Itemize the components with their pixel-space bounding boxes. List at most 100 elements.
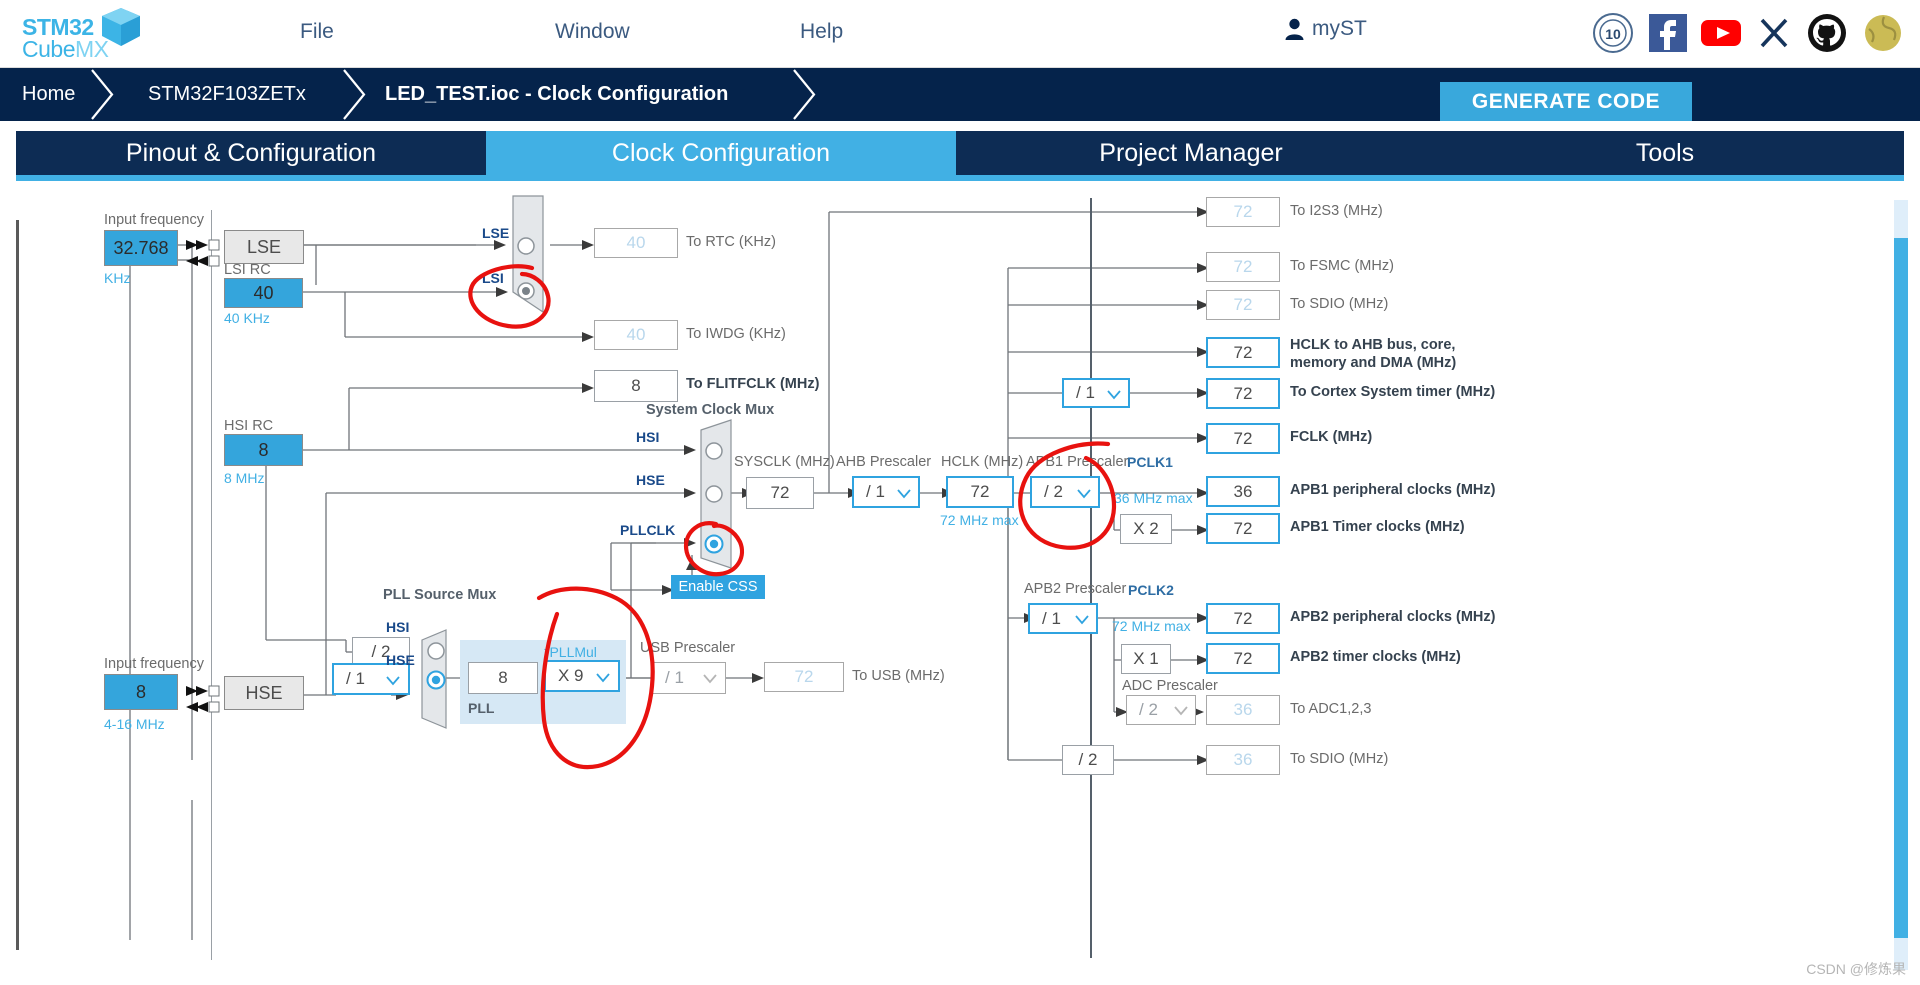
sdio2-output-label: To SDIO (MHz) xyxy=(1290,751,1389,767)
cortex-divider-select[interactable]: / 1 xyxy=(1062,378,1130,408)
facebook-icon[interactable] xyxy=(1647,12,1689,54)
rtc-mux-radio-lsi-selected[interactable] xyxy=(516,281,536,301)
hsi-rc-unit: 8 MHz xyxy=(224,470,265,486)
adc-prescaler-select[interactable]: / 2 xyxy=(1126,695,1196,725)
hse-input-unit: 4-16 MHz xyxy=(104,716,165,732)
hse-io-pins xyxy=(186,685,220,713)
menu-bar: STM32 CubeMX File Window Help myST 10 xyxy=(0,0,1920,68)
tab-clock-configuration[interactable]: Clock Configuration xyxy=(486,131,956,175)
ahb-prescaler-value: / 1 xyxy=(866,482,885,501)
sysclk-mux-radio-hse[interactable] xyxy=(704,484,724,504)
pll-group-label: PLL xyxy=(468,700,495,716)
generate-code-button[interactable]: GENERATE CODE xyxy=(1440,82,1692,122)
cortex-systimer-output-field: 72 xyxy=(1206,378,1280,409)
ten-years-badge-icon[interactable]: 10 xyxy=(1592,12,1634,54)
myst-account-button[interactable]: myST xyxy=(1285,17,1367,41)
pclk2-max-label: 72 MHz max xyxy=(1112,618,1191,634)
flitfclk-output-field: 8 xyxy=(594,370,678,402)
enable-css-button[interactable]: Enable CSS xyxy=(671,575,765,599)
pll-source-mux-radio-hse-selected[interactable] xyxy=(426,670,446,690)
lsi-rc-field[interactable]: 40 xyxy=(224,278,303,308)
adc-prescaler-value: / 2 xyxy=(1139,700,1158,719)
hclk-distribution-bar xyxy=(1090,198,1092,958)
apb2-prescaler-select[interactable]: / 1 xyxy=(1028,603,1098,634)
chevron-down-icon xyxy=(1077,489,1091,499)
sdio2-output-field: 36 xyxy=(1206,745,1280,775)
sysclk-mux-radio-pllclk-selected[interactable] xyxy=(704,534,724,554)
lse-input-caption: Input frequency xyxy=(104,212,204,228)
pll-source-mux-title: PLL Source Mux xyxy=(383,587,497,603)
left-boundary-bar xyxy=(16,220,19,950)
rtc-clock-mux[interactable] xyxy=(508,194,554,324)
vertical-scrollbar-thumb[interactable] xyxy=(1894,238,1908,938)
svg-text:10: 10 xyxy=(1605,26,1621,42)
flitfclk-output-label: To FLITFCLK (MHz) xyxy=(686,376,820,392)
youtube-icon[interactable] xyxy=(1700,12,1742,54)
fsmc-output-label: To FSMC (MHz) xyxy=(1290,258,1394,274)
system-clock-mux[interactable] xyxy=(696,418,742,578)
hse-input-frequency-field[interactable]: 8 xyxy=(104,674,178,710)
sysclk-mux-pllclk-label: PLLCLK xyxy=(620,522,676,538)
main-tabs: Pinout & Configuration Clock Configurati… xyxy=(0,121,1920,181)
ahb-prescaler-select[interactable]: / 1 xyxy=(852,476,920,508)
hclk-ahb-output-label-line2: memory and DMA (MHz) xyxy=(1290,355,1457,371)
tab-pinout-configuration[interactable]: Pinout & Configuration xyxy=(16,131,486,175)
rtc-mux-input-lsi-label: LSI xyxy=(482,270,504,286)
menu-item-window[interactable]: Window xyxy=(555,20,630,44)
hsi-rc-field[interactable]: 8 xyxy=(224,434,303,466)
clock-tree-canvas[interactable]: Input frequency 32.768 KHz LSE LSI RC 40… xyxy=(16,195,1904,970)
lsi-rc-unit: 40 KHz xyxy=(224,310,270,326)
chevron-down-icon xyxy=(386,676,400,686)
breadcrumb-current[interactable]: LED_TEST.ioc - Clock Configuration xyxy=(385,68,728,121)
globe-icon[interactable] xyxy=(1862,12,1904,54)
apb2-timer-output-label: APB2 timer clocks (MHz) xyxy=(1290,649,1461,665)
apb1-timer-multiplier: X 2 xyxy=(1120,514,1172,544)
sysclk-mux-radio-hsi[interactable] xyxy=(704,441,724,461)
github-icon[interactable] xyxy=(1806,12,1848,54)
apb2-peripheral-output-label: APB2 peripheral clocks (MHz) xyxy=(1290,609,1496,625)
chevron-down-icon xyxy=(596,673,610,683)
tab-tools[interactable]: Tools xyxy=(1426,131,1904,175)
i2s3-output-label: To I2S3 (MHz) xyxy=(1290,203,1383,219)
hsi-rc-caption: HSI RC xyxy=(224,418,274,434)
breadcrumb-device[interactable]: STM32F103ZETx xyxy=(148,68,306,121)
apb1-prescaler-select[interactable]: / 2 xyxy=(1030,476,1100,508)
sdio-output-field: 72 xyxy=(1206,290,1280,320)
apb2-timer-output-field: 72 xyxy=(1206,643,1280,674)
breadcrumb-home[interactable]: Home xyxy=(22,68,75,121)
apb1-prescaler-caption: APB1 Prescaler xyxy=(1026,454,1129,470)
menu-item-help[interactable]: Help xyxy=(800,20,843,44)
pllmul-value: X 9 xyxy=(558,666,584,685)
user-icon xyxy=(1285,18,1304,40)
rtc-mux-input-lse-label: LSE xyxy=(482,225,510,241)
menu-item-file[interactable]: File xyxy=(300,20,334,44)
pll-source-mux[interactable] xyxy=(418,628,454,730)
sysclk-value-field: 72 xyxy=(746,477,814,509)
adc-output-field: 36 xyxy=(1206,695,1280,725)
apb1-timer-output-label: APB1 Timer clocks (MHz) xyxy=(1290,519,1465,535)
usb-prescaler-value: / 1 xyxy=(665,668,684,687)
lse-block[interactable]: LSE xyxy=(224,230,304,264)
pllmul-select[interactable]: X 9 xyxy=(544,660,620,692)
rtc-mux-radio-lse[interactable] xyxy=(516,236,536,256)
apb1-peripheral-output-label: APB1 peripheral clocks (MHz) xyxy=(1290,482,1496,498)
clock-tree-wires xyxy=(129,207,1209,940)
hclk-max-label: 72 MHz max xyxy=(940,512,1019,528)
usb-prescaler-select[interactable]: / 1 xyxy=(652,662,726,694)
tab-project-manager[interactable]: Project Manager xyxy=(956,131,1426,175)
hse-block[interactable]: HSE xyxy=(224,676,304,710)
apb2-peripheral-output-field: 72 xyxy=(1206,603,1280,634)
x-twitter-icon[interactable] xyxy=(1753,12,1795,54)
sysclk-mux-hsi-label: HSI xyxy=(636,429,660,445)
lse-input-frequency-field[interactable]: 32.768 xyxy=(104,230,178,266)
hclk-value-field[interactable]: 72 xyxy=(946,476,1014,508)
apb2-prescaler-caption: APB2 Prescaler xyxy=(1024,581,1127,597)
system-clock-mux-title: System Clock Mux xyxy=(646,402,775,418)
logo-line-2: CubeMX xyxy=(22,36,109,62)
breadcrumb-chevron-icon-1 xyxy=(91,69,114,120)
hse-input-caption: Input frequency xyxy=(104,656,204,672)
cortex-systimer-output-label: To Cortex System timer (MHz) xyxy=(1290,384,1496,400)
lse-io-pins xyxy=(186,239,220,267)
pll-source-mux-radio-hsi[interactable] xyxy=(426,641,446,661)
apb2-prescaler-value: / 1 xyxy=(1042,608,1061,628)
